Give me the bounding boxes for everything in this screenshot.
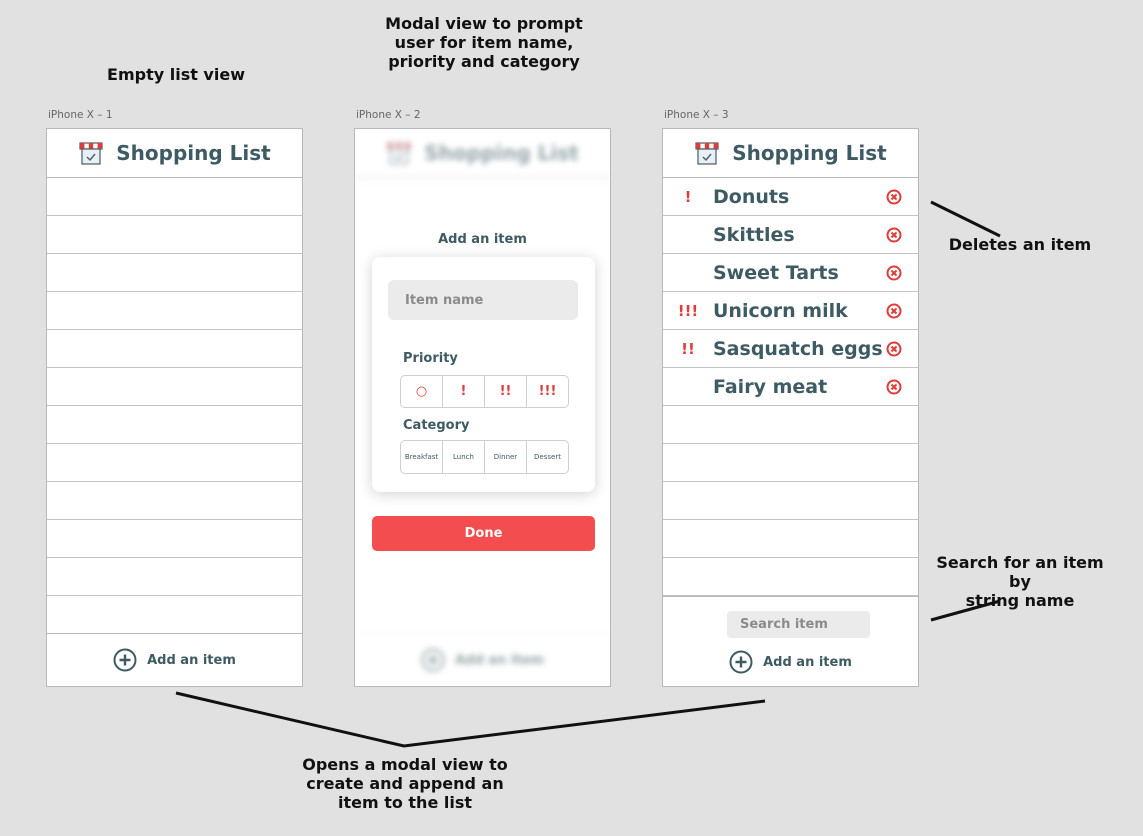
plus-circle-icon bbox=[421, 648, 445, 672]
category-selector: Breakfast Lunch Dinner Dessert bbox=[400, 440, 569, 474]
modal-card: Priority ○ ! !! !!! Category Breakfast L… bbox=[372, 257, 595, 492]
search-input[interactable] bbox=[727, 611, 870, 638]
phone-populated-list: Shopping List ! Donuts Skittles Sweet Ta… bbox=[662, 128, 919, 687]
annotation-modal-line-3: priority and category bbox=[388, 52, 580, 71]
delete-circle-icon[interactable] bbox=[886, 303, 902, 319]
empty-row bbox=[47, 292, 302, 330]
empty-row bbox=[47, 368, 302, 406]
list-item[interactable]: !!! Unicorn milk bbox=[663, 292, 918, 330]
empty-row bbox=[47, 330, 302, 368]
add-item-label: Add an item bbox=[763, 654, 852, 670]
plus-circle-icon bbox=[113, 648, 137, 672]
priority-label: Priority bbox=[403, 351, 458, 366]
annotation-opens-modal: Opens a modal view to create and append … bbox=[295, 755, 515, 812]
app-header-blurred: Shopping List bbox=[355, 129, 610, 178]
annotation-modal-line-2: user for item name, bbox=[394, 33, 574, 52]
empty-row bbox=[47, 482, 302, 520]
annotation-opens-line-2: create and append an bbox=[306, 774, 504, 793]
item-name: Unicorn milk bbox=[713, 299, 848, 322]
category-option-dessert[interactable]: Dessert bbox=[527, 441, 568, 473]
storefront-icon bbox=[387, 142, 411, 165]
storefront-icon bbox=[79, 142, 103, 165]
add-item-button[interactable]: Add an item bbox=[663, 649, 918, 675]
connector-add-item bbox=[175, 691, 766, 748]
empty-row bbox=[47, 178, 302, 216]
list-item[interactable]: !! Sasquatch eggs bbox=[663, 330, 918, 368]
delete-circle-icon[interactable] bbox=[886, 379, 902, 395]
priority-indicator: !!! bbox=[677, 301, 699, 320]
frame-label-2: iPhone X – 2 bbox=[356, 109, 421, 121]
delete-circle-icon[interactable] bbox=[886, 341, 902, 357]
empty-row bbox=[663, 520, 918, 558]
annotation-empty-list: Empty list view bbox=[107, 65, 245, 84]
priority-option-none[interactable]: ○ bbox=[401, 376, 443, 407]
priority-indicator: !! bbox=[681, 339, 695, 358]
empty-row bbox=[47, 406, 302, 444]
app-title: Shopping List bbox=[732, 141, 887, 165]
annotation-opens-line-1: Opens a modal view to bbox=[302, 755, 508, 774]
priority-selector: ○ ! !! !!! bbox=[400, 375, 569, 408]
annotation-deletes-item: Deletes an item bbox=[948, 235, 1092, 254]
add-item-label: Add an item bbox=[147, 652, 236, 668]
frame-label-3: iPhone X – 3 bbox=[664, 109, 729, 121]
priority-option-low[interactable]: ! bbox=[443, 376, 485, 407]
plus-circle-icon bbox=[729, 650, 753, 674]
empty-row bbox=[47, 520, 302, 558]
empty-row bbox=[47, 596, 302, 634]
empty-row bbox=[47, 558, 302, 596]
list-item[interactable]: ! Donuts bbox=[663, 178, 918, 216]
frame-label-1: iPhone X – 1 bbox=[48, 109, 113, 121]
annotation-search-line-1: Search for an item by bbox=[936, 553, 1104, 591]
category-label: Category bbox=[403, 418, 470, 433]
empty-row bbox=[663, 444, 918, 482]
app-title: Shopping List bbox=[116, 141, 271, 165]
annotation-modal-view: Modal view to prompt user for item name,… bbox=[374, 14, 594, 71]
priority-option-high[interactable]: !!! bbox=[527, 376, 568, 407]
annotation-opens-line-3: item to the list bbox=[337, 793, 473, 812]
priority-indicator: ! bbox=[684, 187, 692, 206]
connector-delete bbox=[930, 200, 1001, 238]
empty-row bbox=[663, 482, 918, 520]
add-item-button[interactable]: Add an item bbox=[47, 633, 302, 686]
item-name: Sweet Tarts bbox=[713, 261, 839, 284]
app-header: Shopping List bbox=[47, 129, 302, 178]
app-title: Shopping List bbox=[424, 141, 579, 165]
empty-row bbox=[47, 444, 302, 482]
delete-circle-icon[interactable] bbox=[886, 265, 902, 281]
list-item[interactable]: Skittles bbox=[663, 216, 918, 254]
item-name: Fairy meat bbox=[713, 375, 828, 398]
storefront-icon bbox=[695, 142, 719, 165]
add-item-label: Add an item bbox=[455, 652, 544, 668]
category-option-dinner[interactable]: Dinner bbox=[485, 441, 527, 473]
empty-row bbox=[663, 406, 918, 444]
annotation-modal-line-1: Modal view to prompt bbox=[385, 14, 583, 33]
list-item[interactable]: Sweet Tarts bbox=[663, 254, 918, 292]
item-name: Sasquatch eggs bbox=[713, 337, 883, 360]
modal-title: Add an item bbox=[438, 232, 527, 247]
phone-modal: Shopping List Add an item Priority ○ ! !… bbox=[354, 128, 611, 687]
add-item-button-blurred: Add an item bbox=[355, 633, 610, 686]
empty-row bbox=[47, 216, 302, 254]
empty-row bbox=[47, 254, 302, 292]
item-name-input[interactable] bbox=[388, 280, 578, 320]
empty-row bbox=[663, 558, 918, 596]
category-option-lunch[interactable]: Lunch bbox=[443, 441, 485, 473]
delete-circle-icon[interactable] bbox=[886, 227, 902, 243]
done-button[interactable]: Done bbox=[372, 516, 595, 551]
annotation-search-item: Search for an item by string name bbox=[925, 553, 1115, 610]
item-name: Skittles bbox=[713, 223, 795, 246]
app-header: Shopping List bbox=[663, 129, 918, 178]
annotation-search-line-2: string name bbox=[965, 591, 1075, 610]
phone-empty-list: Shopping List Add an item bbox=[46, 128, 303, 687]
category-option-breakfast[interactable]: Breakfast bbox=[401, 441, 443, 473]
priority-option-medium[interactable]: !! bbox=[485, 376, 527, 407]
delete-circle-icon[interactable] bbox=[886, 189, 902, 205]
item-name: Donuts bbox=[713, 185, 790, 208]
list-item[interactable]: Fairy meat bbox=[663, 368, 918, 406]
